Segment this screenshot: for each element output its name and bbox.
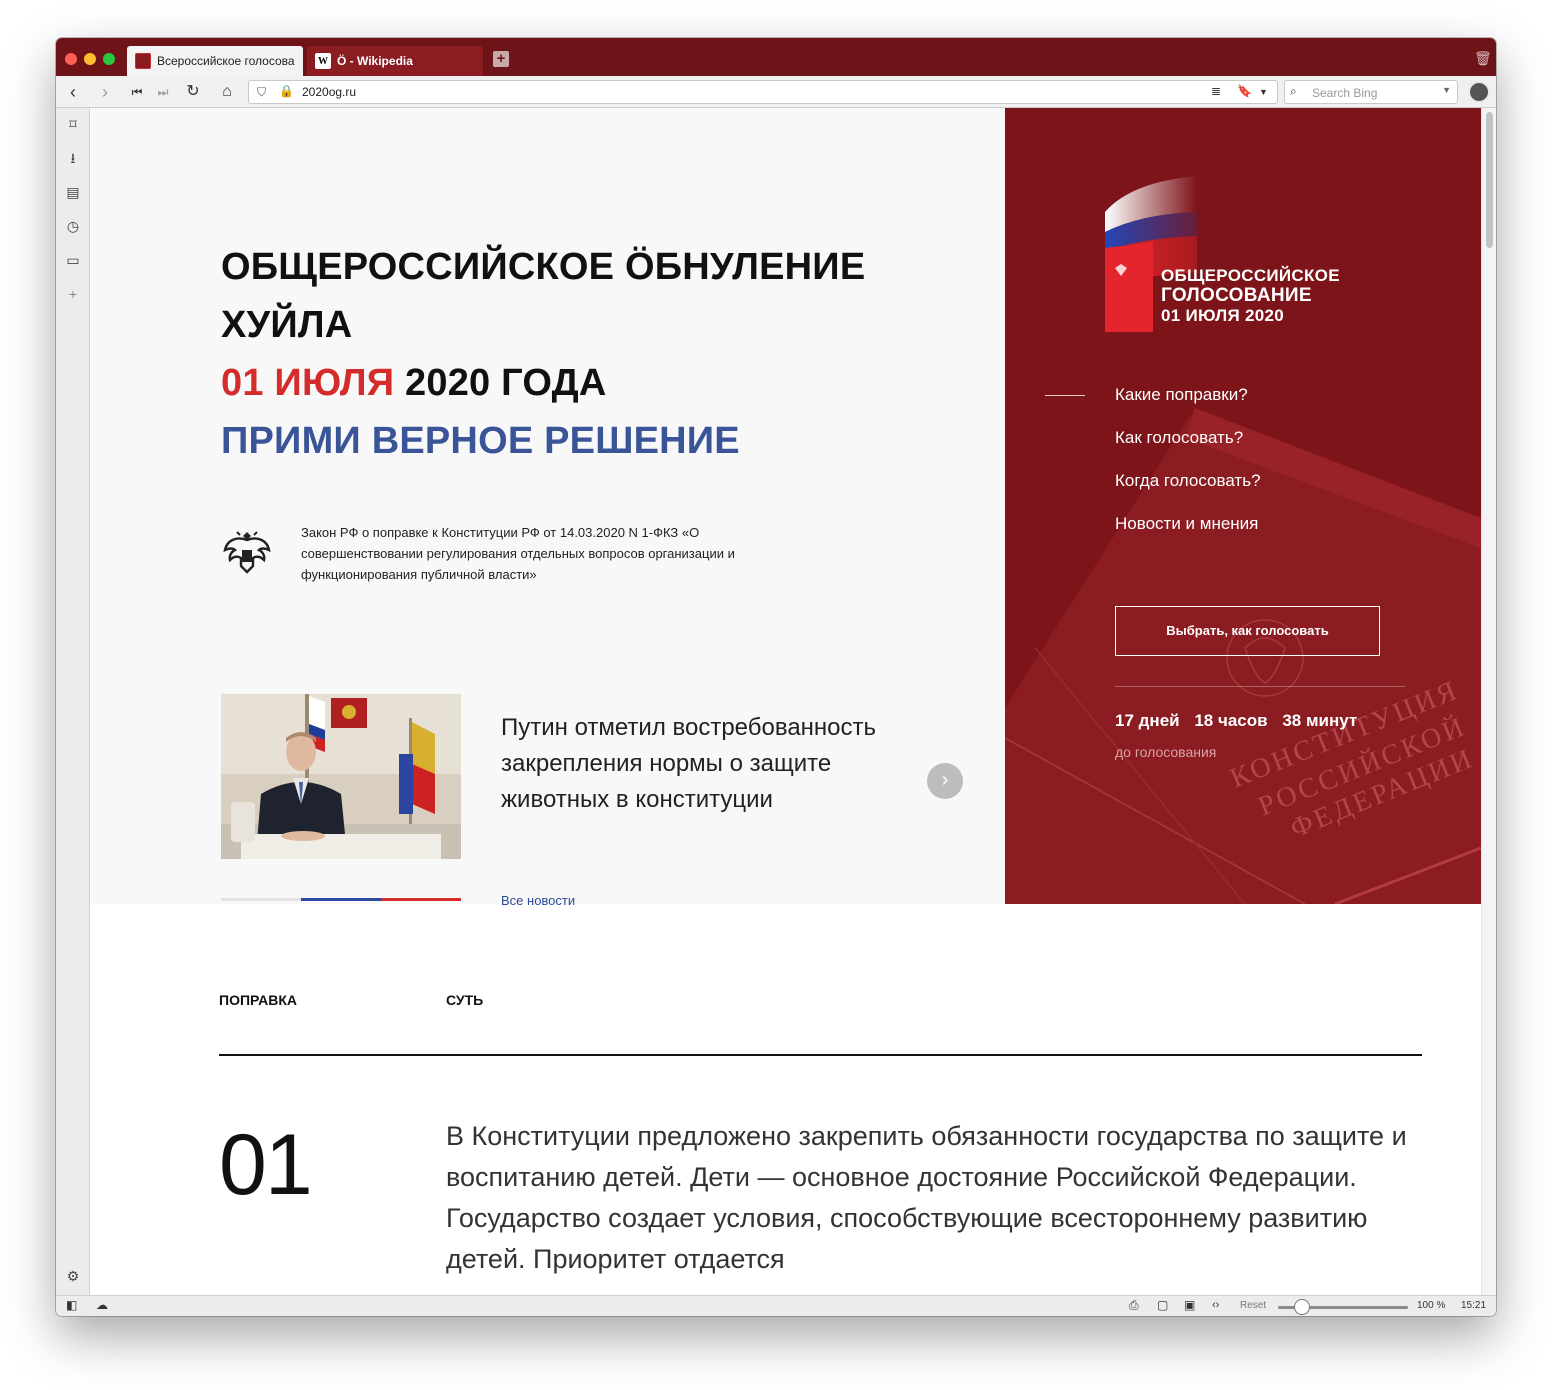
status-bar: ◧ ☁ ⎙ ▢ ▣ ‹› Reset 100 % 15:21: [56, 1295, 1496, 1316]
zoom-level: 100 %: [1417, 1300, 1446, 1311]
vertical-scrollbar[interactable]: [1481, 108, 1496, 1295]
notes-icon[interactable]: ▤: [63, 182, 83, 202]
coat-of-arms-eagle-icon: [223, 531, 271, 574]
shield-icon: ⛉: [257, 85, 267, 99]
all-news-link[interactable]: Все новости: [501, 893, 575, 908]
choose-voting-method-button[interactable]: Выбрать, как голосовать: [1115, 606, 1380, 656]
tab-label: Ö - Wikipedia: [337, 54, 413, 68]
add-panel-icon[interactable]: +: [63, 284, 83, 304]
reload-icon[interactable]: ↻: [182, 81, 204, 103]
fast-forward-icon[interactable]: ⏭: [152, 81, 174, 103]
chevron-right-icon[interactable]: ›: [927, 763, 963, 799]
tile-icon[interactable]: ▢: [1157, 1298, 1168, 1312]
forward-icon[interactable]: ›: [94, 81, 116, 103]
tab-bar: Всероссийское голосова W Ö - Wikipedia +…: [56, 38, 1496, 76]
wikipedia-favicon-icon: W: [315, 53, 331, 69]
sidebar-panel: ⌑ ⭳ ▤ ◷ ▭ + ⚙: [56, 108, 90, 1295]
window-maximize-button[interactable]: [103, 53, 115, 65]
scrollbar-thumb[interactable]: [1486, 112, 1493, 248]
history-icon[interactable]: ◷: [63, 216, 83, 236]
logo-line: 01 ИЮЛЯ 2020: [1161, 306, 1285, 325]
countdown-caption: до голосования: [1115, 744, 1217, 760]
hero-date-red: 01 ИЮЛЯ: [221, 362, 395, 404]
url-text: 2020og.ru: [302, 85, 357, 99]
bookmarks-icon[interactable]: ⌑: [63, 114, 83, 134]
address-toolbar: ‹ › ⏮ ⏭ ↻ ⌂ ⛉ 🔒 2020og.ru ≣ 🔖 ▼ ⌕ Search…: [56, 76, 1496, 108]
chevron-down-icon[interactable]: ▼: [1259, 87, 1268, 97]
camera-icon[interactable]: ⎙: [1129, 1298, 1139, 1313]
profile-avatar-icon[interactable]: [1468, 81, 1490, 103]
rewind-icon[interactable]: ⏮: [126, 81, 148, 103]
logo-line: ГОЛОСОВАНИЕ: [1161, 285, 1312, 306]
chevron-down-icon[interactable]: ▼: [1442, 85, 1451, 95]
search-field[interactable]: ⌕ Search Bing ▼: [1284, 80, 1458, 104]
clock: 15:21: [1461, 1300, 1487, 1311]
menu-item-how-to-vote[interactable]: Как голосовать?: [1115, 428, 1243, 448]
tab-active[interactable]: Всероссийское голосова: [127, 46, 303, 76]
window-minimize-button[interactable]: [84, 53, 96, 65]
hero-title-line1: ОБЩЕРОССИЙСКОЕ ÖБНУЛЕНИЕ: [221, 246, 866, 288]
table-divider: [219, 1054, 1422, 1056]
window-icon[interactable]: ▭: [63, 250, 83, 270]
tab-wikipedia[interactable]: W Ö - Wikipedia: [307, 46, 483, 76]
image-icon[interactable]: ▣: [1184, 1298, 1195, 1312]
hero-section: ОБЩЕРОССИЙСКОЕ ÖБНУЛЕНИЕ ХУЙЛА 01 ИЮЛЯ 2…: [91, 108, 1005, 908]
countdown-hours: 18 часов: [1194, 711, 1268, 730]
back-icon[interactable]: ‹: [62, 81, 84, 103]
trash-icon[interactable]: 🗑: [1474, 50, 1492, 66]
countdown: 17 дней 18 часов 38 минут: [1115, 711, 1367, 731]
hero-title-line2: ХУЙЛА: [221, 304, 353, 346]
logo-text: ОБЩЕРОССИЙСКОЕ ГОЛОСОВАНИЕ 01 ИЮЛЯ 2020: [1161, 266, 1340, 326]
zoom-slider-knob[interactable]: [1294, 1299, 1310, 1315]
bookmark-icon[interactable]: 🔖: [1237, 84, 1252, 98]
divider: [1115, 686, 1405, 687]
search-icon: ⌕: [1290, 84, 1297, 98]
url-field[interactable]: ⛉ 🔒 2020og.ru ≣ 🔖 ▼: [248, 80, 1278, 104]
panel-toggle-icon[interactable]: ◧: [66, 1298, 77, 1312]
side-panel: КОНСТИТУЦИЯ РОССИЙСКОЙ ФЕДЕРАЦИИ ОБЩЕРОС…: [1005, 108, 1481, 904]
news-photo[interactable]: [221, 694, 461, 859]
hero-date: 01 ИЮЛЯ 2020 ГОДА: [221, 362, 607, 405]
column-header-essence: СУТЬ: [446, 992, 484, 1008]
countdown-minutes: 38 минут: [1282, 711, 1358, 730]
menu-item-news[interactable]: Новости и мнения: [1115, 514, 1258, 534]
browser-window: Всероссийское голосова W Ö - Wikipedia +…: [56, 38, 1496, 1316]
home-icon[interactable]: ⌂: [216, 81, 238, 103]
search-placeholder: Search Bing: [1312, 86, 1378, 100]
amendment-number: 01: [219, 1117, 313, 1213]
vote-favicon-icon: [135, 53, 151, 69]
lock-icon: 🔒: [279, 84, 294, 98]
downloads-icon[interactable]: ⭳: [63, 148, 83, 168]
law-reference: Закон РФ о поправке к Конституции РФ от …: [301, 525, 735, 582]
menu-item-when-to-vote[interactable]: Когда голосовать?: [1115, 471, 1261, 491]
amendment-text: В Конституции предложено закрепить обяза…: [446, 1121, 1407, 1274]
news-headline[interactable]: Путин отметил востребованность закреплен…: [501, 710, 901, 818]
countdown-days: 17 дней: [1115, 711, 1180, 730]
page-viewport: ОБЩЕРОССИЙСКОЕ ÖБНУЛЕНИЕ ХУЙЛА 01 ИЮЛЯ 2…: [91, 108, 1496, 1295]
new-tab-button[interactable]: +: [493, 51, 509, 67]
logo-line: ОБЩЕРОССИЙСКОЕ: [1161, 266, 1340, 285]
hero-date-rest: 2020 ГОДА: [405, 362, 607, 404]
hero-slogan: ПРИМИ ВЕРНОЕ РЕШЕНИЕ: [221, 420, 740, 462]
sync-cloud-icon[interactable]: ☁: [96, 1298, 108, 1312]
zoom-reset-button[interactable]: Reset: [1240, 1300, 1266, 1311]
menu-active-indicator: [1045, 395, 1085, 396]
news-flag-stripe: [221, 898, 461, 901]
reader-view-icon[interactable]: ≣: [1211, 84, 1221, 98]
menu-item-amendments[interactable]: Какие поправки?: [1115, 385, 1248, 405]
column-header-amendment: ПОПРАВКА: [219, 992, 297, 1008]
window-close-button[interactable]: [65, 53, 77, 65]
gear-icon[interactable]: ⚙: [63, 1266, 83, 1286]
code-icon[interactable]: ‹›: [1212, 1299, 1219, 1311]
tab-label: Всероссийское голосова: [157, 54, 295, 68]
